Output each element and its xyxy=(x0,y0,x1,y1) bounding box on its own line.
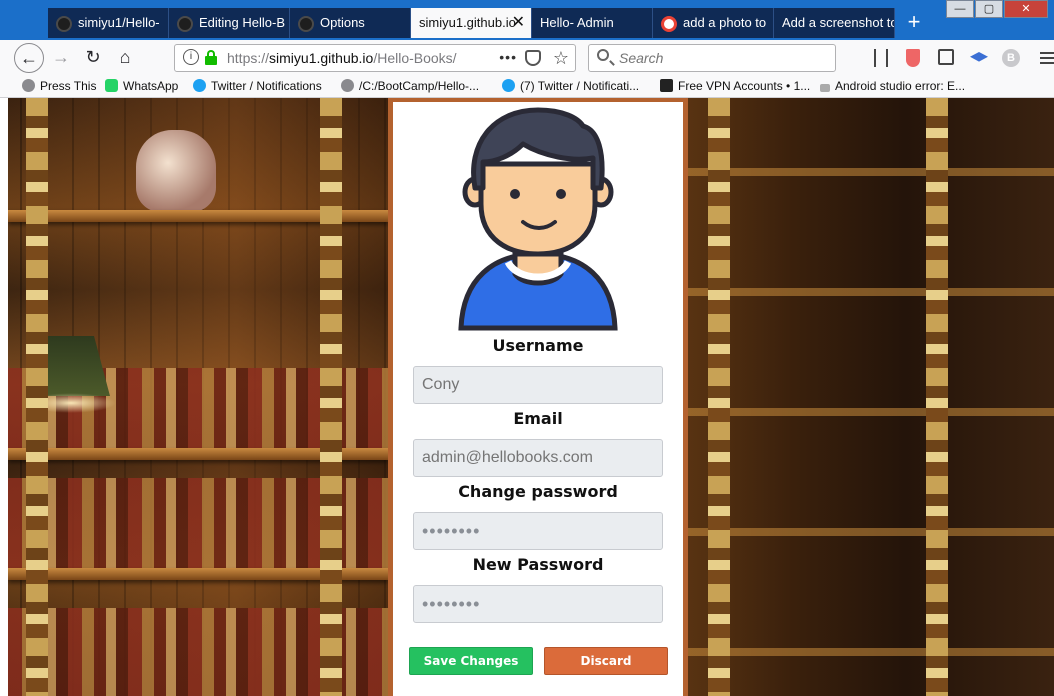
url-host: simiyu1.github.io xyxy=(269,50,374,66)
reload-icon[interactable]: ↻ xyxy=(78,43,108,73)
bookmark-label: /C:/BootCamp/Hello-... xyxy=(359,79,480,93)
carved-pillar-image xyxy=(320,98,342,696)
bookmark-item[interactable]: /C:/BootCamp/Hello-... xyxy=(341,76,479,97)
bookmark-item[interactable]: Press This xyxy=(22,76,96,97)
tab-title: simiyu1/Hello- xyxy=(78,15,160,30)
tab-title: add a photo to xyxy=(683,15,767,30)
user-avatar-icon xyxy=(458,107,618,331)
tab-editing[interactable]: Editing Hello-B xyxy=(169,8,290,38)
tab-strip-edge xyxy=(0,0,48,40)
info-icon[interactable]: i xyxy=(183,49,199,65)
email-input[interactable] xyxy=(413,439,663,477)
tab-google[interactable]: add a photo to xyxy=(653,8,774,38)
maximize-button[interactable]: ▢ xyxy=(975,0,1003,18)
url-path: /Hello-Books/ xyxy=(373,50,457,66)
new-password-label: New Password xyxy=(472,555,604,574)
tab-title: Add a screenshot to xyxy=(782,15,895,30)
change-password-input[interactable] xyxy=(413,512,663,550)
tab-title: Options xyxy=(320,15,365,30)
email-label: Email xyxy=(513,409,563,428)
tab-title: Hello- Admin xyxy=(540,15,614,30)
bookmark-item[interactable]: Twitter / Notifications xyxy=(193,76,322,97)
carved-pillar-image xyxy=(926,98,948,696)
tab-github-repo[interactable]: simiyu1/Hello- xyxy=(48,8,169,38)
tab-screenshot[interactable]: Add a screenshot to xyxy=(774,8,895,38)
discard-button[interactable]: Discard xyxy=(544,647,668,675)
twitter-icon xyxy=(193,79,206,92)
close-tab-icon[interactable]: ✕ xyxy=(512,8,525,38)
spark-icon xyxy=(660,79,673,92)
navigation-toolbar: ← → ↻ ⌂ i https://simiyu1.github.io/Hell… xyxy=(0,40,1054,77)
window-controls: — ▢ ✕ xyxy=(945,0,1048,20)
username-input[interactable] xyxy=(413,366,663,404)
forward-arrow-icon[interactable]: → xyxy=(46,43,76,73)
url-text[interactable]: https://simiyu1.github.io/Hello-Books/ xyxy=(227,45,457,71)
minimize-button[interactable]: — xyxy=(946,0,974,18)
carved-pillar-image xyxy=(26,98,48,696)
new-tab-button[interactable]: + xyxy=(902,8,926,38)
bookmark-item[interactable]: (7) Twitter / Notificati... xyxy=(502,76,639,97)
bookmark-item[interactable]: Free VPN Accounts • 1... xyxy=(660,76,810,97)
shield-extension-icon[interactable] xyxy=(906,49,920,67)
dots-icon xyxy=(820,84,830,92)
library-icon[interactable] xyxy=(874,49,888,67)
bookmark-item[interactable]: Android studio error: E... xyxy=(820,76,965,97)
url-scheme: https:// xyxy=(227,50,270,66)
lock-icon[interactable] xyxy=(205,50,217,66)
bookmark-label: Press This xyxy=(40,79,97,93)
home-icon[interactable]: ⌂ xyxy=(110,43,140,73)
decorative-jug-image xyxy=(136,130,216,212)
twitter-icon xyxy=(502,79,515,92)
library-background-right xyxy=(682,98,1054,696)
account-icon[interactable]: B xyxy=(1002,49,1020,67)
save-changes-button[interactable]: Save Changes xyxy=(409,647,533,675)
bookmark-label: WhatsApp xyxy=(123,79,179,93)
search-icon xyxy=(597,49,609,61)
bookmark-label: Free VPN Accounts • 1... xyxy=(678,79,811,93)
google-icon xyxy=(661,15,677,32)
tab-admin[interactable]: Hello- Admin xyxy=(532,8,653,38)
bookmark-item[interactable]: WhatsApp xyxy=(105,76,178,97)
tab-strip: simiyu1/Hello- Editing Hello-B Options s… xyxy=(0,0,1054,40)
tab-title: Editing Hello-B xyxy=(199,15,285,30)
github-icon xyxy=(177,15,193,32)
hamburger-menu-icon[interactable] xyxy=(1040,52,1054,64)
bookmark-label: Android studio error: E... xyxy=(835,79,966,93)
back-arrow-icon[interactable]: ← xyxy=(14,43,44,73)
new-password-input[interactable] xyxy=(413,585,663,623)
tab-options[interactable]: Options xyxy=(290,8,411,38)
page-actions-icon[interactable]: ••• xyxy=(499,45,517,69)
page-content: Username Email Change password New Passw… xyxy=(8,98,1054,696)
address-bar[interactable]: i https://simiyu1.github.io/Hello-Books/… xyxy=(174,44,576,72)
change-password-label: Change password xyxy=(458,482,618,501)
whatsapp-icon xyxy=(105,79,118,92)
bookmarks-toolbar: Press This WhatsApp Twitter / Notificati… xyxy=(0,76,1054,98)
bookmark-star-icon[interactable]: ☆ xyxy=(553,45,569,71)
tab-active[interactable]: simiyu1.github.io ✕ xyxy=(411,8,532,38)
bookmark-label: Twitter / Notifications xyxy=(211,79,322,93)
search-input[interactable] xyxy=(619,48,819,68)
profile-edit-card: Username Email Change password New Passw… xyxy=(388,98,688,696)
tab-title: simiyu1.github.io xyxy=(419,15,516,30)
globe-icon xyxy=(341,79,354,92)
github-icon xyxy=(56,15,72,32)
pocket-icon[interactable] xyxy=(525,50,541,66)
extension-cap-icon[interactable] xyxy=(970,52,988,62)
sidebar-icon[interactable] xyxy=(938,49,954,65)
username-label: Username xyxy=(492,336,584,355)
bookmark-label: (7) Twitter / Notificati... xyxy=(520,79,640,93)
carved-pillar-image xyxy=(708,98,730,696)
github-icon xyxy=(298,15,314,32)
search-bar[interactable] xyxy=(588,44,836,72)
close-window-button[interactable]: ✕ xyxy=(1004,0,1048,18)
globe-icon xyxy=(22,79,35,92)
